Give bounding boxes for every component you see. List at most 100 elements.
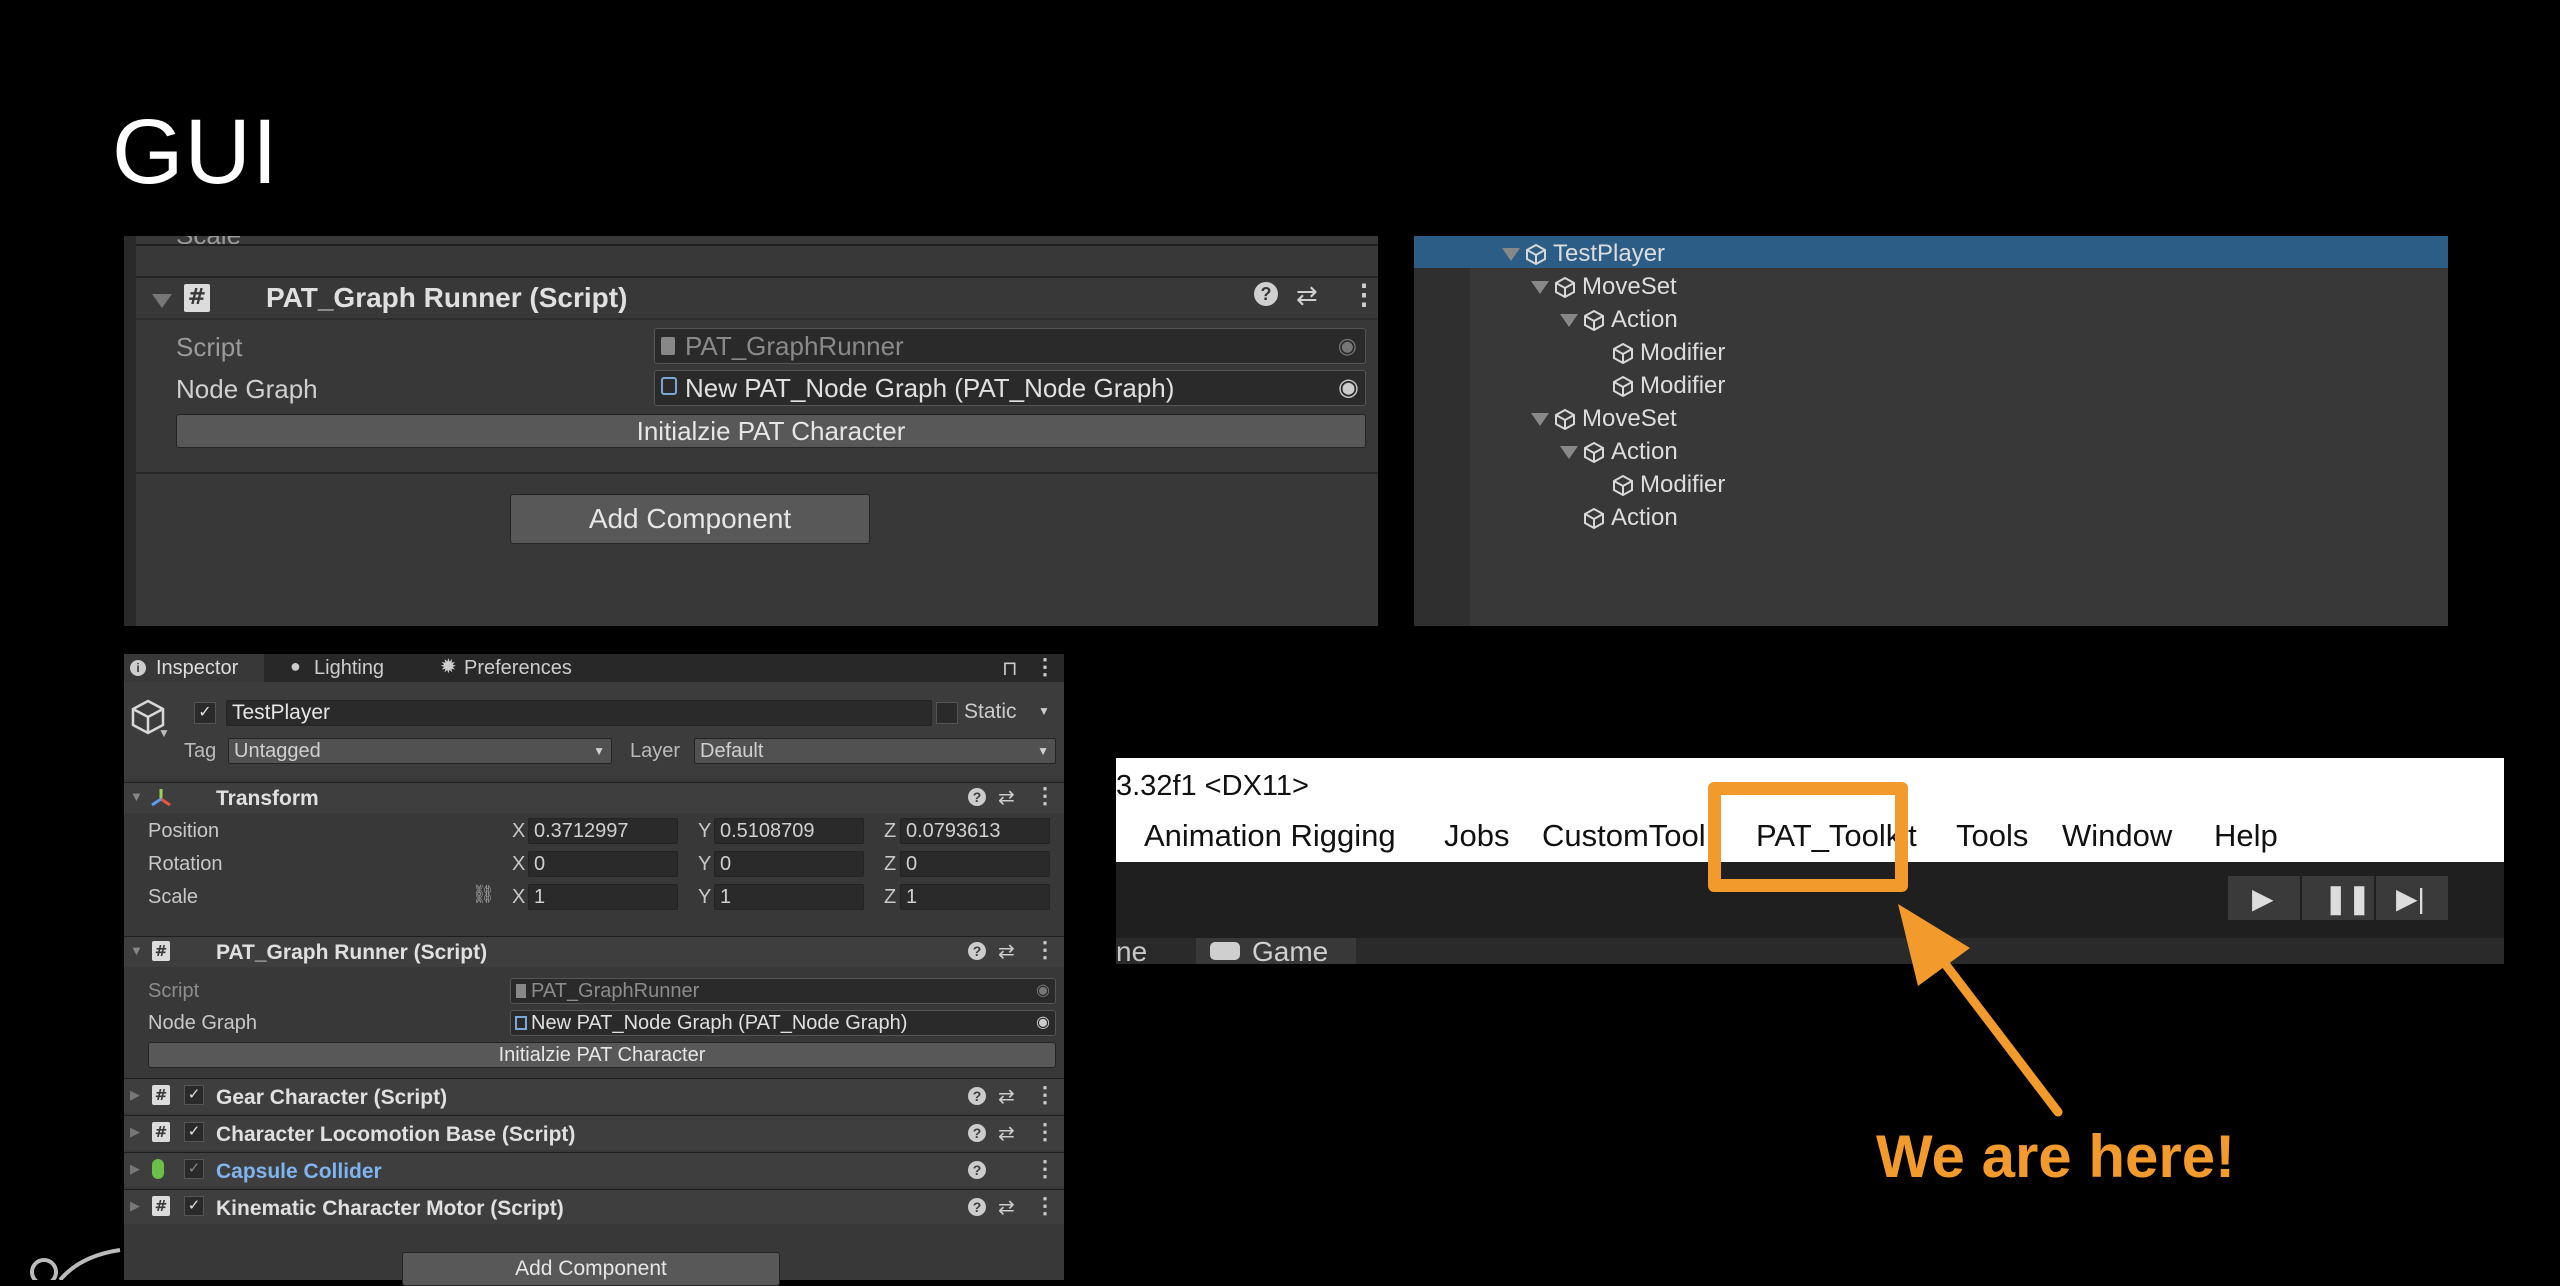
icon-dropdown-icon[interactable]: ▼: [158, 726, 170, 740]
static-checkbox[interactable]: [936, 702, 958, 724]
rotation-z-field[interactable]: 0: [900, 851, 1050, 877]
target-icon[interactable]: ◉: [1338, 371, 1359, 405]
lock-icon[interactable]: ⊓: [1002, 656, 1018, 681]
active-checkbox[interactable]: ✓: [194, 702, 216, 724]
sliders-icon[interactable]: ⇄: [998, 939, 1015, 964]
enabled-checkbox[interactable]: ✓: [184, 1085, 204, 1105]
kebab-icon[interactable]: ⋮: [1034, 1082, 1056, 1108]
node-graph-asset-icon: [515, 1016, 527, 1030]
kebab-icon[interactable]: ⋮: [1034, 783, 1056, 809]
tab-preferences[interactable]: ✹ Preferences: [434, 654, 594, 682]
hierarchy-item[interactable]: MoveSet: [1531, 405, 1677, 433]
object-name-field[interactable]: TestPlayer: [226, 700, 932, 726]
initialize-button[interactable]: Initialzie PAT Character: [176, 414, 1366, 448]
node-graph-field[interactable]: New PAT_Node Graph (PAT_Node Graph) ◉: [510, 1010, 1056, 1036]
tab-scene[interactable]: ne: [1116, 940, 1147, 964]
play-icon: ▶: [2252, 883, 2274, 914]
menu-help[interactable]: Help: [2214, 818, 2278, 854]
kebab-icon[interactable]: ⋮: [1034, 654, 1056, 680]
help-icon[interactable]: ?: [968, 1198, 986, 1216]
scale-z-field[interactable]: 1: [900, 884, 1050, 910]
static-dropdown-icon[interactable]: ▼: [1038, 704, 1050, 718]
menu-jobs[interactable]: Jobs: [1444, 818, 1509, 854]
add-component-button[interactable]: Add Component: [402, 1252, 780, 1286]
help-icon[interactable]: ?: [968, 788, 986, 806]
position-y-field[interactable]: 0.5108709: [714, 818, 864, 844]
foldout-arrow-icon[interactable]: [1531, 280, 1549, 294]
menu-animation-rigging[interactable]: Animation Rigging: [1144, 818, 1396, 854]
rotation-x-field[interactable]: 0: [528, 851, 678, 877]
scale-y-field[interactable]: 1: [714, 884, 864, 910]
kebab-icon[interactable]: ⋮: [1034, 1156, 1056, 1182]
help-icon[interactable]: ?: [968, 942, 986, 960]
gameobject-cube-icon: [1583, 309, 1611, 331]
sliders-icon[interactable]: ⇄: [998, 1084, 1015, 1109]
kebab-icon[interactable]: ⋮: [1034, 1119, 1056, 1145]
component-header[interactable]: ▶ # ✓ Kinematic Character Motor (Script)? ⇄ ⋮: [124, 1189, 1064, 1224]
rotation-y-field[interactable]: 0: [714, 851, 864, 877]
kebab-icon[interactable]: ⋮: [1034, 937, 1056, 963]
sliders-icon[interactable]: ⇄: [998, 785, 1015, 810]
help-icon[interactable]: ?: [1254, 282, 1278, 306]
help-icon[interactable]: ?: [968, 1124, 986, 1142]
tab-lighting[interactable]: ● Lighting: [284, 654, 404, 682]
scale-x-field[interactable]: 1: [528, 884, 678, 910]
position-x-field[interactable]: 0.3712997: [528, 818, 678, 844]
foldout-collapsed-icon[interactable]: ▶: [130, 1161, 140, 1177]
enabled-checkbox[interactable]: ✓: [184, 1159, 204, 1179]
tab-game[interactable]: Game: [1196, 938, 1356, 964]
foldout-arrow-icon[interactable]: [1502, 247, 1520, 261]
hierarchy-item[interactable]: Modifier: [1612, 372, 1725, 400]
play-button[interactable]: ▶: [2228, 876, 2300, 920]
sliders-icon[interactable]: ⇄: [998, 1195, 1015, 1220]
menu-window[interactable]: Window: [2062, 818, 2172, 854]
node-graph-field[interactable]: New PAT_Node Graph (PAT_Node Graph) ◉: [654, 370, 1366, 406]
sliders-icon[interactable]: ⇄: [998, 1121, 1015, 1146]
help-icon[interactable]: ?: [968, 1161, 986, 1179]
transform-header[interactable]: ▼ Transform ? ⇄ ⋮: [124, 782, 1064, 813]
component-header[interactable]: ▶ # ✓ Character Locomotion Base (Script)? ⇄ ⋮: [124, 1115, 1064, 1150]
hierarchy-item[interactable]: Modifier: [1612, 471, 1725, 499]
tag-dropdown[interactable]: Untagged ▼: [228, 738, 612, 764]
kebab-icon[interactable]: ⋮: [1034, 1193, 1056, 1219]
hierarchy-item[interactable]: Modifier: [1612, 339, 1725, 367]
menu-tools[interactable]: Tools: [1956, 818, 2028, 854]
hierarchy-item[interactable]: Action: [1560, 306, 1678, 334]
layer-label: Layer: [630, 740, 681, 762]
foldout-arrow-icon[interactable]: ▼: [130, 789, 143, 804]
add-component-button[interactable]: Add Component: [510, 494, 870, 544]
graph-runner-header[interactable]: ▼ # PAT_Graph Runner (Script) ? ⇄ ⋮: [124, 936, 1064, 967]
hierarchy-item[interactable]: Action: [1583, 504, 1678, 532]
foldout-arrow-icon[interactable]: [1560, 445, 1578, 459]
kebab-icon[interactable]: ⋮: [1350, 278, 1378, 311]
foldout-collapsed-icon[interactable]: ▶: [130, 1198, 140, 1214]
highlight-box: [1708, 782, 1908, 892]
foldout-collapsed-icon[interactable]: ▶: [130, 1124, 140, 1140]
pause-button[interactable]: ❚❚: [2302, 876, 2374, 920]
foldout-arrow-icon[interactable]: ▼: [130, 943, 143, 958]
hierarchy-item[interactable]: TestPlayer: [1502, 240, 1665, 268]
initialize-button[interactable]: Initialzie PAT Character: [148, 1042, 1056, 1068]
component-header[interactable]: ▶ # ✓ Gear Character (Script)? ⇄ ⋮: [124, 1078, 1064, 1113]
foldout-arrow-icon[interactable]: [1560, 313, 1578, 327]
menu-customtool[interactable]: CustomTool: [1542, 818, 1706, 854]
gamepad-icon: [1210, 942, 1240, 960]
help-icon[interactable]: ?: [968, 1087, 986, 1105]
constrain-proportions-icon[interactable]: ⛓: [472, 884, 495, 905]
layer-dropdown[interactable]: Default ▼: [694, 738, 1056, 764]
transform-axes-icon: [151, 789, 171, 807]
component-title: Kinematic Character Motor (Script): [216, 1197, 564, 1220]
foldout-arrow-icon[interactable]: [152, 294, 172, 308]
hierarchy-item[interactable]: MoveSet: [1531, 273, 1677, 301]
step-button[interactable]: ▶|: [2376, 876, 2448, 920]
enabled-checkbox[interactable]: ✓: [184, 1122, 204, 1142]
tab-inspector[interactable]: i Inspector: [124, 654, 264, 682]
foldout-arrow-icon[interactable]: [1531, 412, 1549, 426]
foldout-collapsed-icon[interactable]: ▶: [130, 1087, 140, 1103]
sliders-icon[interactable]: ⇄: [1296, 280, 1318, 311]
hierarchy-item[interactable]: Action: [1560, 438, 1678, 466]
position-z-field[interactable]: 0.0793613: [900, 818, 1050, 844]
enabled-checkbox[interactable]: ✓: [184, 1196, 204, 1216]
target-icon[interactable]: ◉: [1036, 1011, 1050, 1035]
component-header[interactable]: ▶ ✓ Capsule Collider? ⋮: [124, 1152, 1064, 1187]
